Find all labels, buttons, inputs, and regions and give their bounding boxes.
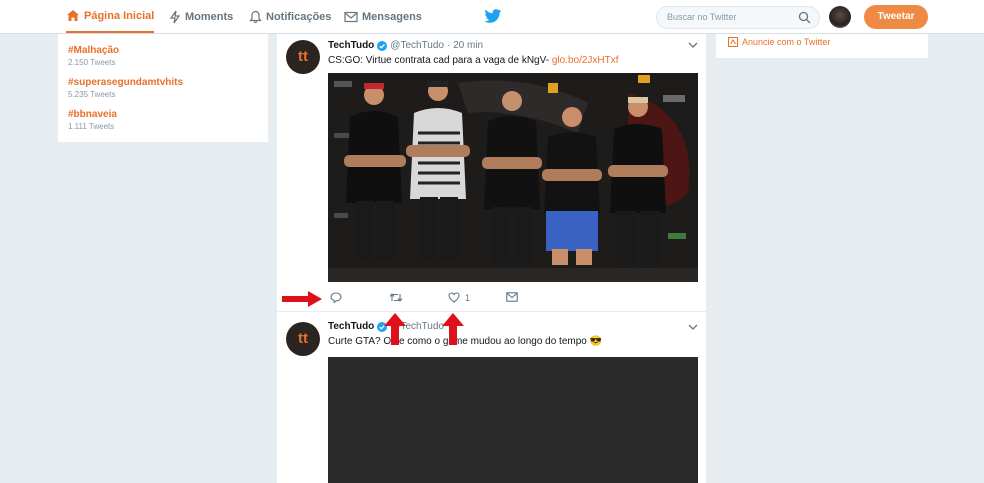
direct-message-button[interactable] — [506, 292, 518, 302]
search-placeholder: Buscar no Twitter — [667, 12, 737, 22]
top-navigation-bar: Página Inicial Moments Notificações Mens… — [0, 0, 984, 34]
nav-home-label: Página Inicial — [84, 9, 155, 22]
trend-count: 1.111 Tweets — [68, 122, 115, 131]
chevron-down-icon[interactable] — [688, 42, 698, 49]
bell-icon — [249, 10, 262, 24]
tweet-header: TechTudo @TechTudo · 20 min — [328, 40, 483, 51]
tweet-photo[interactable] — [328, 73, 698, 282]
nav-messages[interactable]: Mensagens — [344, 0, 422, 34]
chevron-down-icon[interactable] — [688, 324, 698, 331]
lightning-icon — [169, 10, 181, 24]
envelope-icon — [344, 11, 358, 23]
tweet-body: CS:GO: Virtue contrata cad para a vaga d… — [328, 55, 550, 66]
user-avatar[interactable] — [829, 6, 851, 28]
nav-moments-label: Moments — [185, 11, 234, 23]
like-button[interactable]: 1 — [448, 292, 470, 303]
trend-count: 5.235 Tweets — [68, 90, 116, 99]
trend-count: 2.150 Tweets — [68, 58, 116, 67]
tweet-author-avatar[interactable]: tt — [286, 322, 320, 356]
trend-item[interactable]: #bbnaveia 1.111 Tweets — [68, 109, 117, 131]
tweet-timestamp[interactable]: · 20 min — [447, 40, 483, 51]
annotation-arrow-up-icon — [442, 313, 464, 345]
tweet-author-handle[interactable]: @TechTudo — [390, 40, 444, 51]
tweet[interactable]: tt TechTudo @TechTudo Curte GTA? Olhe co… — [277, 313, 706, 483]
trend-count-cut — [68, 31, 70, 40]
tweet-text: CS:GO: Virtue contrata cad para a vaga d… — [328, 55, 619, 66]
ads-icon — [728, 37, 738, 47]
search-input[interactable]: Buscar no Twitter — [656, 6, 820, 29]
envelope-icon — [506, 292, 518, 302]
trend-item[interactable]: #superasegundamtvhits 5.235 Tweets — [68, 77, 183, 99]
home-icon — [67, 10, 79, 21]
trend-name[interactable]: #Malhação — [68, 45, 119, 56]
trend-name[interactable]: #bbnaveia — [68, 109, 117, 120]
nav-moments[interactable]: Moments — [169, 0, 233, 34]
nav-notifications[interactable]: Notificações — [249, 0, 331, 34]
tweet-button[interactable]: Tweetar — [864, 5, 928, 29]
nav-messages-label: Mensagens — [362, 11, 422, 23]
timeline: tt TechTudo @TechTudo · 20 min CS:GO: Vi… — [277, 34, 706, 483]
heart-icon — [448, 292, 460, 303]
annotation-arrow-up-icon — [384, 313, 406, 345]
right-sidebar-card: Anuncie com o Twitter — [716, 34, 928, 58]
advertise-link[interactable]: Anuncie com o Twitter — [728, 37, 830, 47]
advertise-link-label: Anuncie com o Twitter — [742, 37, 831, 47]
tweet[interactable]: tt TechTudo @TechTudo · 20 min CS:GO: Vi… — [277, 34, 706, 312]
tweet-author-name[interactable]: TechTudo — [328, 40, 374, 51]
sunglasses-emoji: 😎 — [589, 336, 603, 347]
trend-item[interactable]: #Malhação 2.150 Tweets — [68, 45, 119, 67]
reply-icon — [330, 292, 342, 303]
reply-button[interactable] — [330, 292, 342, 303]
tweet-author-name[interactable]: TechTudo — [328, 321, 374, 332]
twitter-bird-logo-icon[interactable] — [484, 9, 502, 24]
tweet-actions: 1 — [328, 292, 568, 306]
nav-home[interactable]: Página Inicial — [66, 0, 155, 33]
verified-badge-icon — [377, 40, 388, 51]
tweet-text: Curte GTA? Olhe como o game mudou ao lon… — [328, 336, 602, 347]
search-icon[interactable] — [798, 11, 811, 24]
team-photo-image — [328, 73, 698, 282]
retweet-icon — [389, 293, 403, 302]
tweet-link[interactable]: glo.bo/2JxHTxf — [552, 55, 619, 66]
tweet-video[interactable] — [328, 357, 698, 483]
annotation-arrow-right-icon — [282, 291, 322, 307]
nav-notifications-label: Notificações — [266, 11, 332, 23]
trend-name[interactable]: #superasegundamtvhits — [68, 77, 183, 88]
retweet-button[interactable] — [389, 292, 403, 303]
trends-card: #Malhação 2.150 Tweets #superasegundamtv… — [58, 34, 268, 142]
like-count: 1 — [465, 292, 471, 303]
tweet-author-avatar[interactable]: tt — [286, 40, 320, 74]
